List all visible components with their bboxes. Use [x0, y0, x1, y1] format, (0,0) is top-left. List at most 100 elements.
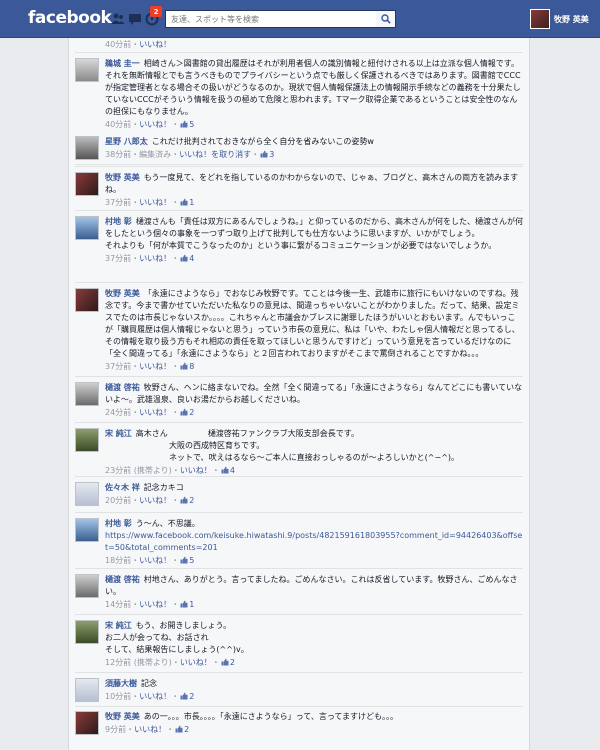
likes-count-link[interactable]: 5 — [179, 556, 194, 565]
top-navigation-bar: facebook 2 牧野 英美 — [0, 0, 600, 38]
comment-time[interactable]: 23分前 (携帯より) — [105, 466, 172, 475]
like-link[interactable]: いいね！ — [180, 658, 212, 667]
likes-count-link[interactable]: 3 — [259, 150, 274, 159]
likes-count-link[interactable]: 4 — [179, 254, 194, 263]
likes-count: 2 — [229, 658, 235, 667]
like-link[interactable]: いいね！ — [139, 362, 171, 371]
comment-body: 鵜城 圭一 相崎さん＞図書館の貸出履歴はそれが利用者個人の識別情報と紐付けされる以… — [105, 58, 523, 131]
avatar[interactable] — [75, 678, 99, 702]
comment-body: 須藤大樹 記念 10分前・いいね！・ 2 — [105, 678, 523, 703]
comment-author[interactable]: 牧野 英美 — [105, 289, 140, 298]
comment-author[interactable]: 鵜城 圭一 — [105, 59, 140, 68]
like-link[interactable]: いいね！ — [139, 556, 171, 565]
likes-count: 3 — [269, 150, 275, 159]
likes-count-link[interactable]: 8 — [179, 362, 194, 371]
comment-author[interactable]: 宋 純江 — [105, 429, 132, 438]
comment-time[interactable]: 38分前・編集済み — [105, 150, 171, 159]
user-name: 牧野 英美 — [554, 14, 589, 24]
likes-count-link[interactable]: 2 — [179, 408, 194, 417]
comment-time[interactable]: 37分前 — [105, 198, 131, 207]
messages-icon[interactable] — [127, 11, 143, 27]
likes-count-link[interactable]: 2 — [179, 692, 194, 701]
comment-author[interactable]: 須藤大樹 — [105, 679, 137, 688]
comment-author[interactable]: 樋渡 啓祐 — [105, 383, 140, 392]
likes-count-link[interactable]: 1 — [179, 600, 194, 609]
comment-meta: 12分前 (携帯より)・いいね！・ 2 — [105, 658, 235, 667]
divider — [75, 210, 523, 211]
comment-time[interactable]: 10分前 — [105, 692, 131, 701]
like-link[interactable]: いいね！ — [139, 40, 171, 49]
comment-author[interactable]: 牧野 英美 — [105, 712, 140, 721]
avatar[interactable] — [75, 518, 99, 542]
comment-meta: 18分前・いいね！・ 5 — [105, 556, 195, 565]
like-link[interactable]: いいね！ — [139, 600, 171, 609]
friend-requests-icon[interactable] — [110, 11, 126, 27]
likes-count-link[interactable]: 4 — [220, 466, 235, 475]
comment-time[interactable]: 37分前 — [105, 254, 131, 263]
like-link[interactable]: いいね！ — [139, 254, 171, 263]
comment-time[interactable]: 9分前 — [105, 725, 126, 734]
comment-meta: 20分前・いいね！・ 2 — [105, 496, 195, 505]
like-link[interactable]: いいね！ — [180, 466, 212, 475]
likes-count: 5 — [189, 556, 195, 565]
divider — [75, 376, 523, 377]
avatar[interactable] — [75, 216, 99, 240]
user-profile-link[interactable]: 牧野 英美 — [530, 9, 589, 29]
divider — [75, 706, 523, 707]
avatar[interactable] — [75, 58, 99, 82]
search-button[interactable] — [376, 10, 396, 28]
comment-body: 佐々木 祥記念カキコ 20分前・いいね！・ 2 — [105, 482, 523, 507]
unlike-link[interactable]: いいね！を取り消す — [179, 150, 251, 159]
likes-count-link[interactable]: 1 — [179, 198, 194, 207]
avatar[interactable] — [75, 172, 99, 196]
avatar[interactable] — [75, 711, 99, 735]
like-link[interactable]: いいね！ — [139, 198, 171, 207]
comment-time[interactable]: 40分前 — [105, 120, 131, 129]
comment-time[interactable]: 20分前 — [105, 496, 131, 505]
likes-count-link[interactable]: 2 — [174, 725, 189, 734]
comment-time[interactable]: 37分前 — [105, 362, 131, 371]
likes-count-link[interactable]: 2 — [179, 496, 194, 505]
avatar[interactable] — [75, 620, 99, 644]
comment-meta: 9分前・いいね！・ 2 — [105, 725, 190, 734]
comment-author[interactable]: 牧野 英美 — [105, 173, 140, 182]
likes-count-link[interactable]: 2 — [220, 658, 235, 667]
comment-author[interactable]: 村地 彰 — [105, 519, 132, 528]
comment-author[interactable]: 村地 彰 — [105, 217, 132, 226]
comment-time[interactable]: 40分前 — [105, 40, 131, 49]
comment-time[interactable]: 12分前 (携帯より) — [105, 658, 172, 667]
comment-link[interactable]: https://www.facebook.com/keisuke.hiwatas… — [105, 531, 522, 552]
avatar[interactable] — [75, 288, 99, 312]
like-link[interactable]: いいね！ — [139, 692, 171, 701]
comment-author[interactable]: 佐々木 祥 — [105, 483, 140, 492]
avatar[interactable] — [75, 136, 99, 160]
divider — [75, 52, 523, 53]
likes-count: 4 — [229, 466, 235, 475]
avatar[interactable] — [75, 574, 99, 598]
comment-meta: 24分前・いいね！・ 2 — [105, 408, 195, 417]
divider — [75, 476, 523, 477]
like-link[interactable]: いいね！ — [139, 120, 171, 129]
like-link[interactable]: いいね！ — [139, 496, 171, 505]
likes-count: 2 — [189, 408, 195, 417]
thumbs-up-icon — [180, 692, 188, 700]
comment-time[interactable]: 14分前 — [105, 600, 131, 609]
user-avatar — [530, 9, 550, 29]
likes-count-link[interactable]: 5 — [179, 120, 194, 129]
comment-time[interactable]: 18分前 — [105, 556, 131, 565]
comment-author[interactable]: 星野 八郎太 — [105, 137, 148, 146]
facebook-logo[interactable]: facebook — [28, 8, 112, 28]
avatar[interactable] — [75, 482, 99, 506]
comment-time[interactable]: 24分前 — [105, 408, 131, 417]
like-link[interactable]: いいね！ — [134, 725, 166, 734]
avatar[interactable] — [75, 428, 99, 452]
thumbs-up-icon — [180, 496, 188, 504]
comment-author[interactable]: 樋渡 啓祐 — [105, 575, 140, 584]
avatar[interactable] — [75, 382, 99, 406]
comment-meta: 40分前・いいね！ — [105, 40, 172, 49]
comment-author[interactable]: 宋 純江 — [105, 621, 132, 630]
comment-body: 村地 彰樋渡さんも「責任は双方にあるんでしょうね。」と仰っているのだから、高木さ… — [105, 216, 523, 265]
comment-body: 40分前・いいね！ — [105, 38, 523, 51]
search-input[interactable] — [165, 10, 377, 28]
like-link[interactable]: いいね！ — [139, 408, 171, 417]
